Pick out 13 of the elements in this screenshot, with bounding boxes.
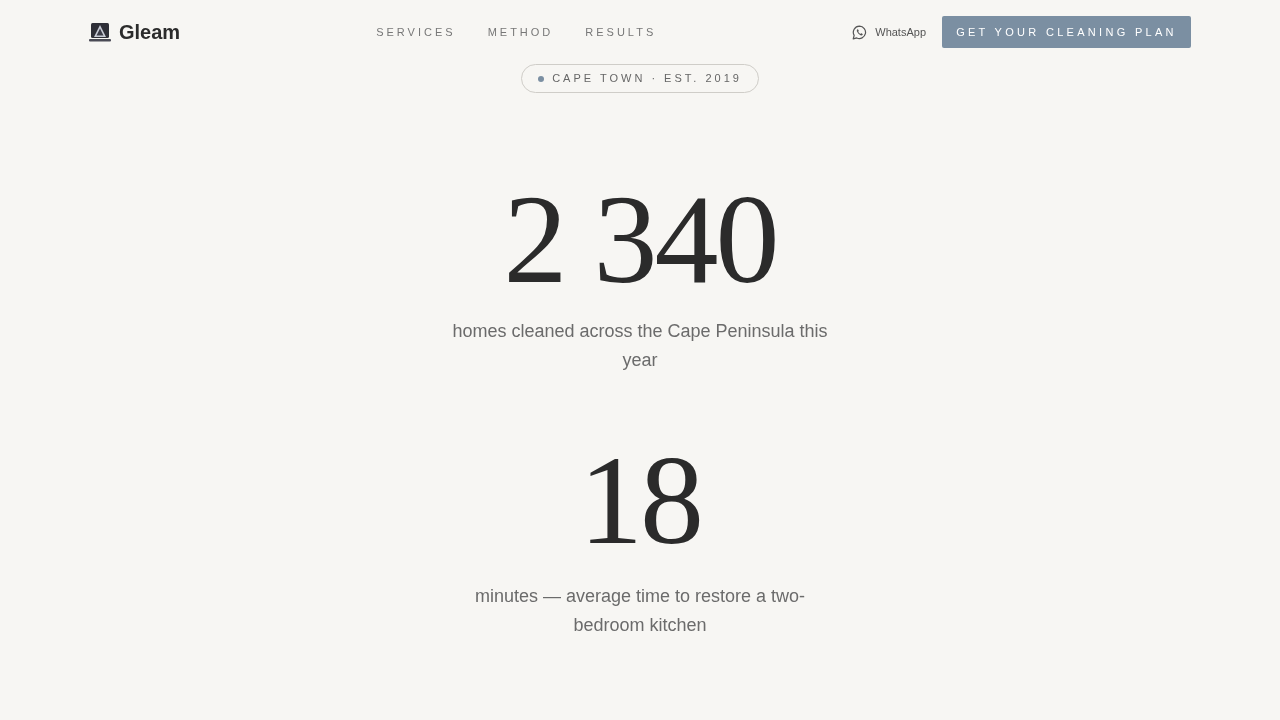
logo-icon [89,22,111,42]
stat-number: 18 [579,436,701,564]
nav-link[interactable]: METHOD [487,23,554,41]
whatsapp-link[interactable]: WhatsApp [852,23,926,41]
nav-link[interactable]: RESULTS [585,23,657,41]
cleaning-plan-button[interactable]: GET YOUR CLEANING PLAN [942,16,1191,48]
stat-number: 2 340 [503,175,777,303]
nav-link[interactable]: SERVICES [376,23,456,41]
stat-caption: homes cleaned across the Cape Peninsula this year [452,320,828,372]
stat-caption: minutes — average time to restore a two-bedroom kitchen [473,585,807,637]
status-dot-icon [538,75,545,82]
phone-bubble-icon [852,24,868,40]
brand-name[interactable]: Gleam [119,17,181,47]
